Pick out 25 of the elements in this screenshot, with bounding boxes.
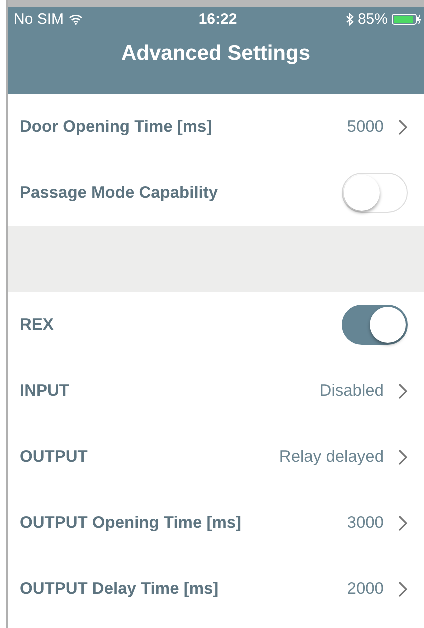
chevron-icon[interactable] — [398, 118, 408, 136]
setting-value: Relay delayed — [279, 448, 384, 466]
chevron-icon[interactable] — [398, 448, 408, 466]
setting-value: 3000 — [347, 514, 384, 532]
setting-label: OUTPUT Opening Time [ms] — [20, 514, 242, 532]
setting-label: OUTPUT — [20, 448, 88, 466]
status-time: 16:22 — [198, 11, 238, 28]
setting-label: Passage Mode Capability — [20, 184, 218, 202]
wifi-icon — [69, 14, 84, 25]
carrier-label: No SIM — [14, 11, 64, 28]
chevron-icon[interactable] — [398, 382, 408, 400]
battery-icon — [392, 14, 422, 25]
setting-label: OUTPUT Delay Time [ms] — [20, 580, 219, 598]
battery-percent: 85% — [358, 11, 388, 28]
setting-value: Disabled — [320, 382, 384, 400]
chevron-icon[interactable] — [398, 514, 408, 532]
setting-value: 2000 — [347, 580, 384, 598]
setting-label: INPUT — [20, 382, 70, 400]
setting-label: REX — [20, 316, 54, 334]
toggle-switch[interactable] — [342, 305, 408, 345]
bluetooth-icon — [346, 13, 354, 26]
setting-value: 5000 — [347, 118, 384, 136]
screen-title: Advanced Settings — [120, 42, 312, 66]
setting-label: Door Opening Time [ms] — [20, 118, 212, 136]
chevron-icon[interactable] — [398, 580, 408, 598]
